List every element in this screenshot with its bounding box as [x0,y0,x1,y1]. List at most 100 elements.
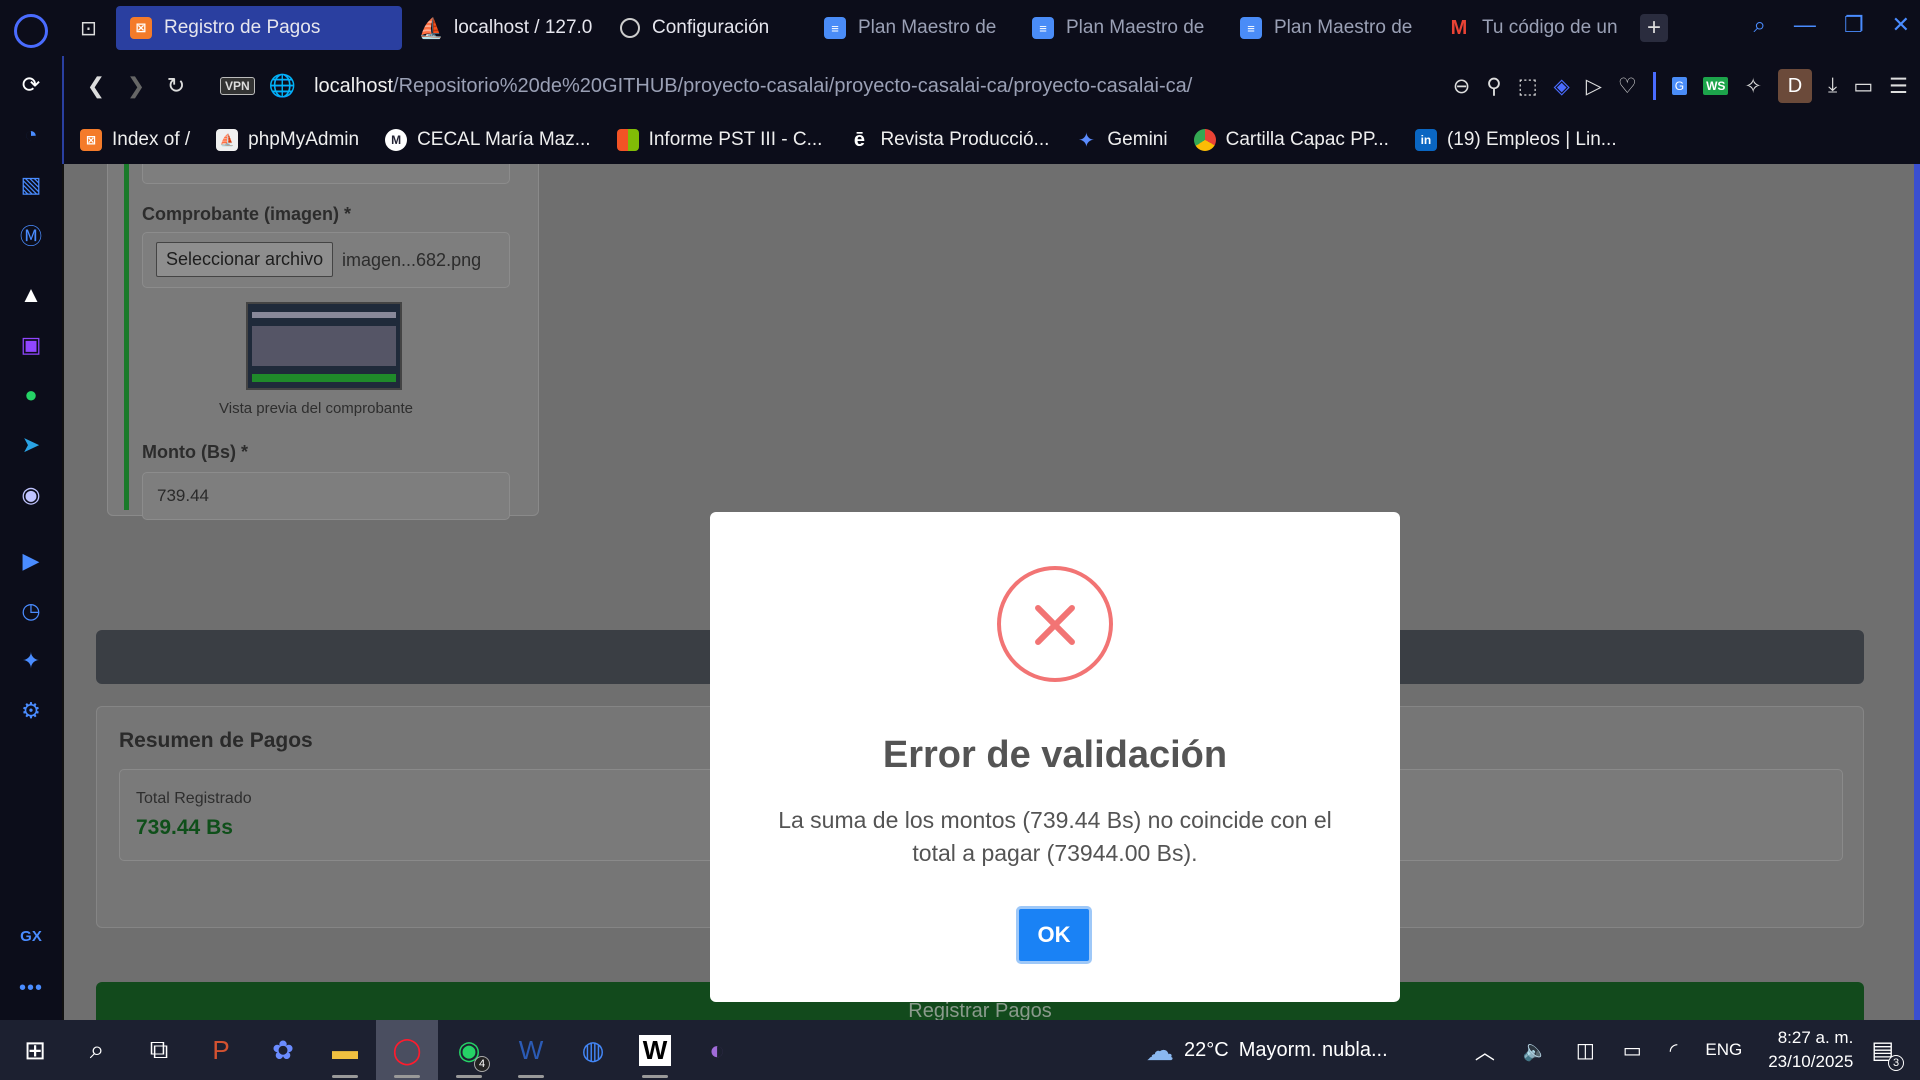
volume-icon[interactable]: 🔈 [1523,1038,1548,1063]
tab-plan-maestro-2[interactable]: ≡ Plan Maestro de [1018,6,1222,50]
bookmark-label: Gemini [1107,129,1168,150]
reload-button[interactable]: ↻ [156,73,196,99]
whatsapp-icon[interactable]: ● [16,380,46,410]
meet-icon[interactable]: ◫ [1576,1038,1595,1063]
bookmark-gemini[interactable]: ✦ Gemini [1075,129,1168,152]
github-desktop-icon[interactable]: ◐ [686,1020,748,1080]
language-indicator[interactable]: ENG [1705,1040,1742,1060]
extensions-icon[interactable]: ✧ [1744,74,1762,99]
refresh-sidebar-icon[interactable]: ⟳ [16,70,46,100]
gx-icon[interactable]: GX [20,928,42,945]
battery-icon[interactable]: ▭ [1623,1038,1642,1063]
search-icon[interactable]: ⌕ [66,1020,128,1080]
bookmark-index-of[interactable]: ⊠ Index of / [80,129,190,151]
bookmark-linkedin[interactable]: in (19) Empleos | Lin... [1414,129,1617,151]
back-button[interactable]: ❮ [76,73,116,99]
word-icon[interactable]: W [500,1020,562,1080]
ok-button[interactable]: OK [1016,906,1092,964]
minimize-icon[interactable]: — [1794,12,1816,38]
bookmark-phpmyadmin[interactable]: ⛵ phpMyAdmin [216,129,359,151]
new-tab-button[interactable]: + [1640,14,1668,42]
running-indicator [456,1075,482,1078]
modal-message: La suma de los montos (739.44 Bs) no coi… [778,807,1332,866]
restore-icon[interactable]: ❐ [1844,12,1864,38]
scrollbar[interactable] [1914,164,1920,1020]
extensions-sidebar-icon[interactable]: ✦ [16,646,46,676]
clock[interactable]: 8:27 a. m. 23/10/2025 [1768,1026,1853,1074]
reference-field[interactable] [142,164,510,184]
easy-setup-icon[interactable]: ☰ [1889,74,1908,99]
avatar[interactable]: D [1778,69,1813,103]
monto-input[interactable]: 739.44 [142,472,510,520]
forward-button[interactable]: ❯ [116,73,156,99]
url-field[interactable]: localhost/Repositorio%20de%20GITHUB/proy… [314,75,1192,98]
history-icon[interactable]: ◷ [16,596,46,626]
speed-dial-icon[interactable]: ◔ [16,120,46,150]
image-panel-icon[interactable]: ▧ [16,170,46,200]
powerpoint-icon[interactable]: P [190,1020,252,1080]
pin-icon[interactable]: ⚲ [1486,74,1501,99]
bookmark-cecal[interactable]: M CECAL María Maz... [385,129,591,151]
chevron-up-icon[interactable]: ︿ [1475,1036,1495,1065]
wattpad-icon[interactable]: W [624,1020,686,1080]
file-explorer-icon[interactable]: ▬ [314,1020,376,1080]
tab-configuracion[interactable]: Configuración [606,6,806,50]
player-icon[interactable]: ▶ [16,546,46,576]
settings-icon[interactable]: ⚙ [16,696,46,726]
battery-saver-icon[interactable]: ▭ [1853,74,1873,99]
running-indicator [394,1075,420,1078]
wifi-icon[interactable]: ◜ [1670,1038,1678,1063]
weather-widget[interactable]: ☁ 22°C Mayorm. nubla... [1146,1020,1388,1080]
total-registered-value: 739.44 Bs [136,816,233,839]
telegram-icon[interactable]: ➤ [16,430,46,460]
aria-icon[interactable]: ▲ [16,280,46,310]
shield-check-icon[interactable]: ◈ [1554,74,1570,99]
bookmark-informe-pst[interactable]: Informe PST III - C... [616,129,822,151]
more-icon[interactable]: ••• [19,977,43,1000]
discord-icon[interactable]: ◉ [16,480,46,510]
bookmark-cartilla[interactable]: Cartilla Capac PP... [1193,129,1389,151]
tab-label: localhost / 127.0 [454,17,593,38]
snapshot-icon[interactable]: ⬚ [1518,74,1538,99]
m-app-icon[interactable]: Ⓜ [16,220,46,250]
revista-icon: ē [853,128,865,151]
validation-error-modal: Error de validación La suma de los monto… [710,512,1400,1002]
copilot-icon[interactable]: ✿ [252,1020,314,1080]
zoom-out-icon[interactable]: ⊖ [1453,74,1471,99]
running-indicator [332,1075,358,1078]
opera-gx-icon[interactable]: ◯ [376,1020,438,1080]
webstorm-icon[interactable]: WS [1703,77,1729,95]
tab-localhost[interactable]: ⛵ localhost / 127.0 [406,6,602,50]
cecal-icon: M [385,129,408,151]
error-x-icon [997,566,1113,682]
tab-plan-maestro-1[interactable]: ≡ Plan Maestro de [810,6,1014,50]
site-info-icon[interactable]: 🌐 [269,73,296,99]
select-file-button[interactable]: Seleccionar archivo [156,242,334,277]
download-icon[interactable]: ⤓ [1828,74,1837,98]
send-icon[interactable]: ▷ [1586,74,1602,99]
bookmark-revista[interactable]: ē Revista Producció... [848,128,1050,151]
google-translate-icon[interactable]: G [1671,77,1688,95]
search-tabs-icon[interactable]: ⌕ [1754,12,1766,38]
tab-gmail[interactable]: M Tu código de un [1434,6,1630,50]
weather-temp: 22°C [1184,1038,1229,1061]
whatsapp-icon[interactable]: ◉ 4 [438,1020,500,1080]
vpn-badge[interactable]: VPN [220,77,255,95]
opera-logo-icon[interactable] [14,14,48,48]
twitch-icon[interactable]: ▣ [16,330,46,360]
task-view-icon[interactable]: ⧉ [128,1020,190,1080]
tab-registro-pagos[interactable]: ⊠ Registro de Pagos [116,6,402,50]
heart-icon[interactable]: ♡ [1618,74,1637,99]
tab-label: Registro de Pagos [164,17,321,38]
close-icon[interactable]: ✕ [1892,12,1910,38]
tab-menu-icon[interactable]: ⊡ [80,16,97,41]
toolbar-right: ⊖ ⚲ ⬚ ◈ ▷ ♡ G WS ✧ D ⤓ ▭ ☰ [1453,69,1908,103]
tab-plan-maestro-3[interactable]: ≡ Plan Maestro de [1226,6,1430,50]
bookmarks-bar: ⊠ Index of / ⛵ phpMyAdmin M CECAL María Maz… [62,116,1920,164]
chrome-icon[interactable]: ◍ [562,1020,624,1080]
tab-label: Plan Maestro de [1066,17,1205,38]
windows-start-icon[interactable]: ⊞ [4,1020,66,1080]
system-tray: ︿ 🔈 ◫ ▭ ◜ ENG 8:27 a. m. 23/10/2025 ▤ 3 [1461,1020,1920,1080]
notifications-icon[interactable]: ▤ 3 [1871,1036,1904,1071]
cloud-sun-icon: ☁ [1146,1034,1174,1066]
